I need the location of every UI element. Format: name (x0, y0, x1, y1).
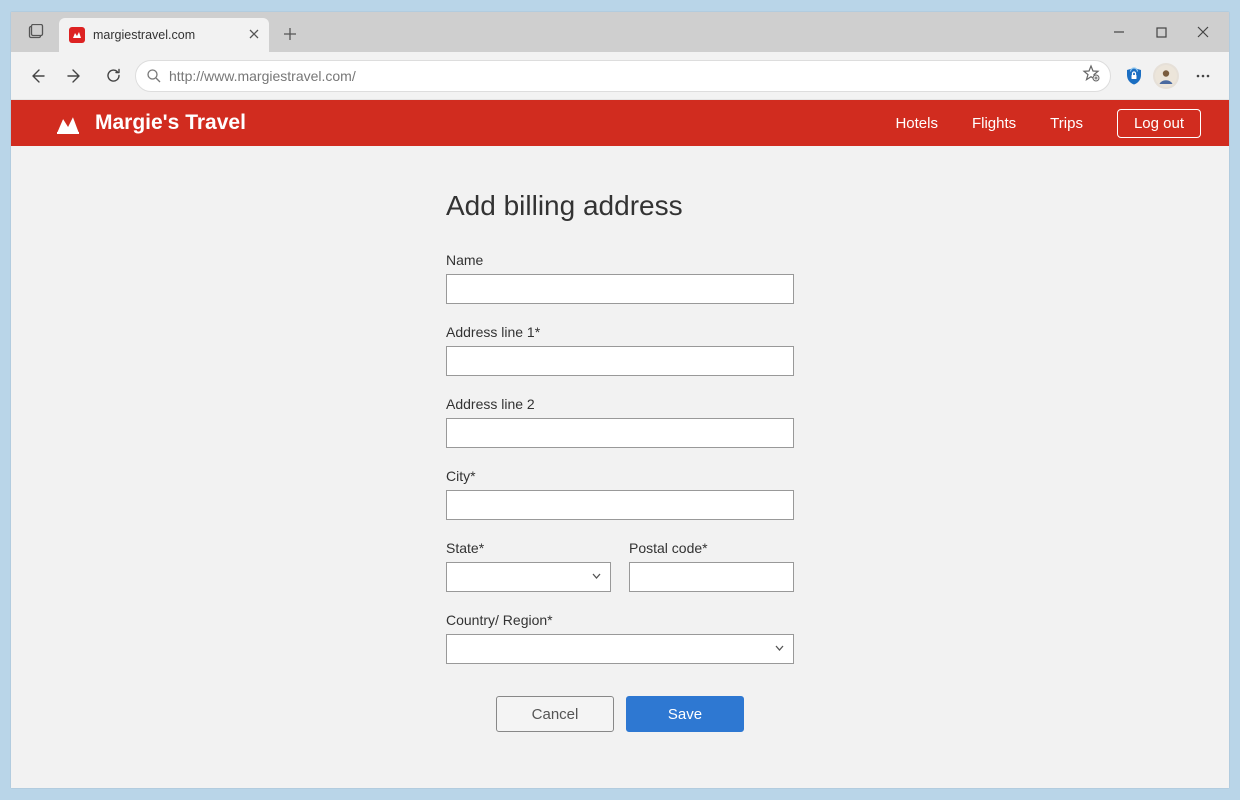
settings-menu-button[interactable] (1187, 60, 1219, 92)
address-bar[interactable]: http://www.margiestravel.com/ (135, 60, 1111, 92)
shield-lock-icon (1124, 66, 1144, 86)
favorites-button[interactable] (1082, 64, 1100, 87)
address1-input[interactable] (446, 346, 794, 376)
plus-icon (283, 27, 297, 41)
minimize-icon (1113, 26, 1125, 38)
chevron-down-icon (591, 570, 602, 584)
forward-button[interactable] (59, 60, 91, 92)
brand[interactable]: Margie's Travel (55, 110, 246, 136)
tab-title: margiestravel.com (93, 28, 195, 42)
new-tab-button[interactable] (275, 19, 305, 49)
primary-nav: Hotels Flights Trips Log out (895, 109, 1201, 138)
name-input[interactable] (446, 274, 794, 304)
state-label: State* (446, 540, 611, 556)
toolbar: http://www.margiestravel.com/ (11, 52, 1229, 100)
tab-strip: margiestravel.com (11, 12, 1229, 52)
brand-logo-icon (55, 110, 81, 136)
arrow-right-icon (66, 67, 84, 85)
nav-flights[interactable]: Flights (972, 115, 1016, 132)
country-label: Country/ Region* (446, 612, 794, 628)
country-select[interactable] (446, 634, 794, 664)
address2-label: Address line 2 (446, 396, 794, 412)
site-header: Margie's Travel Hotels Flights Trips Log… (11, 100, 1229, 146)
postal-input[interactable] (629, 562, 794, 592)
tab-actions-button[interactable] (19, 15, 53, 49)
tracking-prevention-button[interactable] (1123, 65, 1145, 87)
tab-overview-icon (28, 24, 44, 40)
close-icon (1197, 26, 1209, 38)
refresh-button[interactable] (97, 60, 129, 92)
chevron-down-icon (774, 642, 785, 656)
nav-hotels[interactable]: Hotels (895, 115, 938, 132)
window-minimize-button[interactable] (1099, 12, 1139, 52)
tab-close-button[interactable] (249, 28, 259, 42)
city-label: City* (446, 468, 794, 484)
browser-window: margiestravel.com (11, 12, 1229, 788)
cancel-button[interactable]: Cancel (496, 696, 614, 732)
arrow-left-icon (28, 67, 46, 85)
nav-trips[interactable]: Trips (1050, 115, 1083, 132)
window-maximize-button[interactable] (1141, 12, 1181, 52)
city-input[interactable] (446, 490, 794, 520)
favicon-icon (69, 27, 85, 43)
maximize-icon (1156, 27, 1167, 38)
logout-button[interactable]: Log out (1117, 109, 1201, 138)
address1-label: Address line 1* (446, 324, 794, 340)
window-close-button[interactable] (1183, 12, 1223, 52)
brand-name: Margie's Travel (95, 111, 246, 135)
state-select[interactable] (446, 562, 611, 592)
star-icon (1082, 64, 1100, 82)
postal-label: Postal code* (629, 540, 794, 556)
browser-tab[interactable]: margiestravel.com (59, 18, 269, 52)
profile-button[interactable] (1153, 63, 1179, 89)
billing-form: Add billing address Name Address line 1*… (446, 190, 794, 788)
page-content: Add billing address Name Address line 1*… (11, 146, 1229, 788)
address2-input[interactable] (446, 418, 794, 448)
save-button[interactable]: Save (626, 696, 744, 732)
search-icon (146, 68, 161, 83)
name-label: Name (446, 252, 794, 268)
page-title: Add billing address (446, 190, 794, 222)
more-icon (1195, 68, 1211, 84)
refresh-icon (105, 67, 122, 84)
window-controls (1099, 12, 1223, 52)
url-text: http://www.margiestravel.com/ (169, 68, 1074, 84)
avatar-icon (1155, 65, 1177, 87)
back-button[interactable] (21, 60, 53, 92)
close-icon (249, 29, 259, 39)
form-actions: Cancel Save (446, 696, 794, 732)
